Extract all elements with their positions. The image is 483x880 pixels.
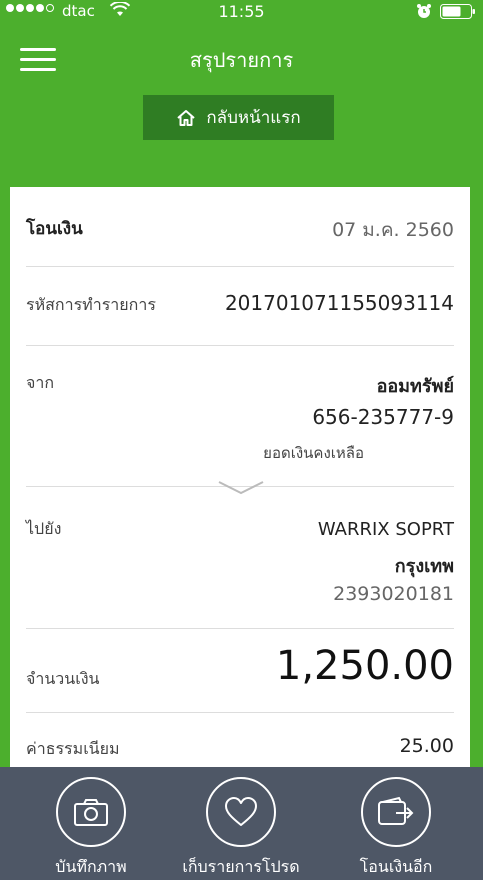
- fee-value: 25.00: [399, 735, 454, 757]
- reference-label: รหัสการทำรายการ: [26, 295, 156, 314]
- home-button-label: กลับหน้าแรก: [206, 108, 301, 128]
- transaction-type-label: โอนเงิน: [26, 219, 83, 239]
- amount-label: จำนวนเงิน: [26, 669, 100, 688]
- divider: [26, 345, 454, 346]
- transaction-date: 07 ม.ค. 2560: [332, 219, 454, 241]
- reference-row: รหัสการทำรายการ 201701071155093114: [26, 291, 454, 323]
- divider: [26, 628, 454, 629]
- fee-row: ค่าธรรมเนียม 25.00: [26, 735, 454, 767]
- divider: [26, 266, 454, 267]
- battery-icon: [440, 4, 475, 19]
- from-account-number: 656-235777-9: [312, 405, 454, 429]
- transaction-summary-card: โอนเงิน 07 ม.ค. 2560 รหัสการทำรายการ 201…: [10, 187, 470, 787]
- bottom-action-bar: บันทึกภาพ เก็บรายการโปรด โอนเงินอีก: [0, 767, 483, 880]
- heart-icon: [225, 797, 257, 826]
- recipient-account-number: 2393020181: [333, 583, 454, 605]
- reference-number: 201701071155093114: [224, 291, 454, 315]
- recipient-bank: กรุงเทพ: [394, 556, 454, 577]
- from-label: จาก: [26, 373, 55, 392]
- page-title: สรุปรายการ: [189, 48, 294, 72]
- home-icon: [177, 109, 196, 126]
- add-favorite-button[interactable]: เก็บรายการโปรด: [166, 777, 316, 877]
- transaction-type-row: โอนเงิน 07 ม.ค. 2560: [26, 215, 454, 245]
- recipient-name: WARRIX SOPRT: [317, 519, 454, 540]
- fee-label: ค่าธรรมเนียม: [26, 739, 120, 758]
- home-button[interactable]: กลับหน้าแรก: [143, 95, 334, 140]
- from-account-row: จาก ออมทรัพย์ 656-235777-9 ยอดเงินคงเหลื…: [26, 371, 454, 462]
- to-label: ไปยัง: [26, 519, 62, 538]
- to-account-row: ไปยัง WARRIX SOPRT กรุงเทพ 2393020181: [26, 517, 454, 607]
- chevron-down-icon[interactable]: [216, 478, 266, 498]
- wallet-transfer-icon: [378, 796, 414, 825]
- status-bar: dtac 11:55: [0, 0, 483, 24]
- alarm-icon: [417, 4, 431, 18]
- save-image-button[interactable]: บันทึกภาพ: [16, 777, 166, 877]
- transfer-again-button[interactable]: โอนเงินอีก: [321, 777, 471, 877]
- amount-value: 1,250.00: [275, 643, 454, 689]
- save-image-label: บันทึกภาพ: [55, 857, 127, 876]
- divider: [26, 712, 454, 713]
- balance-label: ยอดเงินคงเหลือ: [263, 444, 364, 462]
- from-account-name: ออมทรัพย์: [376, 376, 454, 397]
- transfer-again-label: โอนเงินอีก: [359, 857, 433, 876]
- add-favorite-label: เก็บรายการโปรด: [182, 857, 300, 876]
- clock: 11:55: [218, 2, 265, 21]
- camera-icon: [74, 799, 108, 826]
- amount-row: จำนวนเงิน 1,250.00: [26, 643, 454, 697]
